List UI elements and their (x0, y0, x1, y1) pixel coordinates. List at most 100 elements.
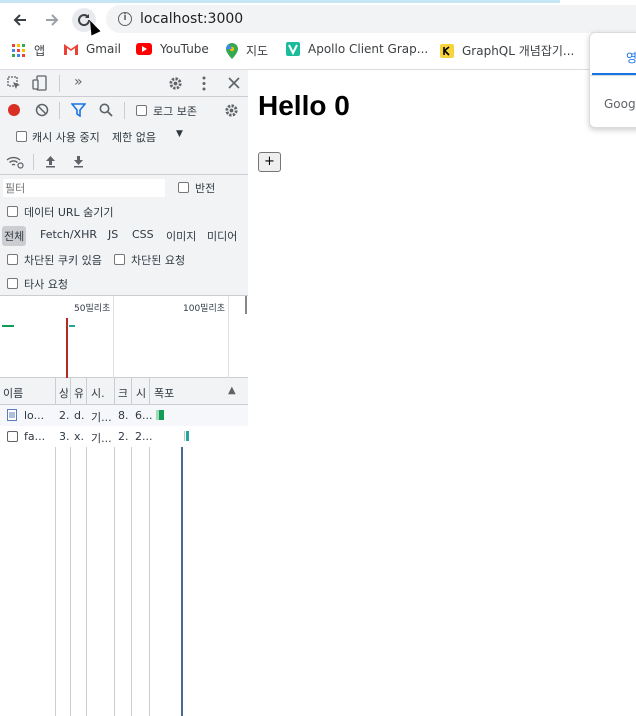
record-icon[interactable] (7, 103, 21, 117)
row-initiator: 기... (91, 411, 112, 424)
devtools-panel: » 로그 보존 캐시 사용 중지 제한 없음 ▼ 반전 데이터 URL 숨기기 (0, 70, 248, 716)
bookmark-label: 지도 (246, 44, 269, 58)
column-header-status[interactable]: 상 (59, 385, 68, 401)
toolbar-divider (59, 75, 60, 92)
bookmark-label: GraphQL 개념잡기... (462, 44, 575, 58)
waterfall-download-bar (186, 431, 189, 441)
inspect-element-icon[interactable] (7, 76, 21, 90)
bookmark-apollo[interactable]: Apollo Client Grap... (286, 42, 428, 56)
forward-button[interactable] (40, 8, 64, 32)
table-row[interactable]: lo... 2. d. 기... 8. 6... (0, 405, 248, 426)
bookmark-label: Apollo Client Grap... (308, 42, 429, 56)
row-status: 2. (59, 409, 70, 422)
timeline-overview[interactable]: 50밀리초 100밀리초 (0, 296, 248, 378)
cache-toolbar: 캐시 사용 중지 제한 없음 ▼ (0, 124, 248, 149)
forward-arrow-icon (46, 14, 59, 26)
blocked-requests-checkbox[interactable] (114, 254, 125, 265)
waterfall-download-bar (159, 410, 164, 420)
throttle-dropdown-icon[interactable]: ▼ (176, 129, 183, 139)
throttle-select[interactable]: 제한 없음 (112, 129, 156, 145)
toolbar-divider (59, 102, 60, 119)
close-devtools-icon[interactable] (228, 77, 240, 89)
row-time: 2... (135, 430, 153, 443)
popup-language-tab[interactable]: 영 (626, 49, 636, 66)
timeline-request-bar (69, 325, 75, 327)
bookmark-gmail[interactable]: Gmail (64, 42, 121, 56)
bookmarks-bar: 앱 Gmail YouTube 지도 Apollo Client Grap...… (0, 38, 636, 62)
row-time: 6... (135, 409, 153, 422)
column-header-type[interactable]: 유 (74, 385, 83, 401)
filter-funnel-icon[interactable] (71, 103, 86, 117)
type-filter-all[interactable]: 전체 (2, 226, 27, 246)
type-filter-media[interactable]: 미디어 (207, 228, 237, 244)
blocked-cookies-label: 차단된 쿠키 있음 (24, 254, 102, 267)
sort-ascending-icon[interactable]: ▲ (228, 385, 236, 396)
browser-chrome: i localhost:3000 앱 Gmail YouTube 지도 Apol… (0, 0, 636, 70)
type-filter-css[interactable]: CSS (132, 228, 154, 241)
invert-checkbox[interactable] (178, 182, 189, 193)
bookmark-apps[interactable]: 앱 (12, 42, 45, 59)
blocked-cookies-checkbox[interactable] (7, 254, 18, 265)
table-row[interactable]: fa... 3. x. 기... 2. 2... (0, 426, 248, 447)
table-header: 이름 상 유 시. 크 시 폭포 ▲ (0, 378, 248, 405)
column-header-time[interactable]: 시 (136, 385, 145, 401)
invert-label: 반전 (195, 182, 216, 195)
device-toolbar-icon[interactable] (32, 75, 48, 91)
column-header-waterfall[interactable]: 폭포 (154, 385, 174, 401)
back-button[interactable] (8, 8, 32, 32)
apollo-v-icon (286, 42, 300, 56)
third-party-checkbox[interactable] (7, 278, 18, 289)
row-type: x. (74, 430, 85, 443)
timeline-scroll-handle[interactable] (245, 296, 247, 314)
type-filter-js[interactable]: JS (108, 228, 118, 241)
type-filter-fetch-xhr[interactable]: Fetch/XHR (40, 228, 97, 241)
network-toolbar: 로그 보존 (0, 97, 248, 124)
column-header-initiator[interactable]: 시. (91, 385, 105, 401)
devtools-tabbar: » (0, 70, 248, 97)
bookmark-graphql[interactable]: GraphQL 개념잡기... (440, 42, 574, 59)
bookmark-youtube[interactable]: YouTube (136, 42, 209, 56)
request-table: 이름 상 유 시. 크 시 폭포 ▲ lo... 2. d. 기... 8. 6… (0, 378, 248, 716)
row-type: d. (74, 409, 85, 422)
hide-data-urls-checkbox[interactable] (7, 206, 18, 217)
youtube-icon (136, 43, 152, 55)
preserve-log-label: 로그 보존 (153, 105, 197, 118)
document-icon (7, 409, 17, 421)
more-tabs-button[interactable]: » (74, 74, 83, 90)
kebab-menu-icon[interactable] (201, 76, 207, 91)
filter-input[interactable] (3, 179, 165, 197)
export-download-icon[interactable] (73, 155, 84, 168)
popup-text: Goog (604, 97, 636, 111)
popup-divider (590, 75, 636, 76)
hide-data-urls-label: 데이터 URL 숨기기 (24, 206, 114, 219)
third-party-label: 타사 요청 (24, 278, 68, 291)
info-icon[interactable]: i (118, 12, 132, 26)
timeline-load-marker (66, 318, 68, 378)
timeline-request-bar (2, 325, 14, 327)
network-conditions-wifi-icon[interactable] (6, 155, 24, 169)
disable-cache-checkbox[interactable] (16, 131, 27, 142)
increment-button[interactable]: + (258, 152, 281, 172)
row-size: 8. (118, 409, 129, 422)
file-icon (7, 431, 18, 442)
import-upload-icon[interactable] (45, 155, 56, 168)
row-size: 2. (118, 430, 129, 443)
maps-pin-icon (226, 42, 238, 59)
gmail-icon (64, 44, 78, 55)
type-filter-images[interactable]: 이미지 (166, 228, 196, 244)
column-header-name[interactable]: 이름 (3, 385, 23, 401)
address-bar[interactable]: i localhost:3000 (106, 5, 636, 33)
bookmark-maps[interactable]: 지도 (226, 42, 268, 59)
network-settings-gear-icon[interactable] (224, 103, 239, 118)
tab-strip-edge (0, 0, 560, 3)
row-name: fa... (24, 430, 46, 443)
settings-gear-icon[interactable] (168, 76, 183, 91)
timeline-gridline (228, 296, 229, 378)
toolbar-divider (33, 154, 34, 170)
column-header-size[interactable]: 크 (118, 385, 127, 401)
clear-icon[interactable] (35, 103, 49, 117)
url-text[interactable]: localhost:3000 (140, 11, 243, 27)
timeline-tick-label: 100밀리초 (183, 304, 226, 314)
preserve-log-checkbox[interactable] (136, 105, 147, 116)
search-icon[interactable] (99, 103, 113, 117)
